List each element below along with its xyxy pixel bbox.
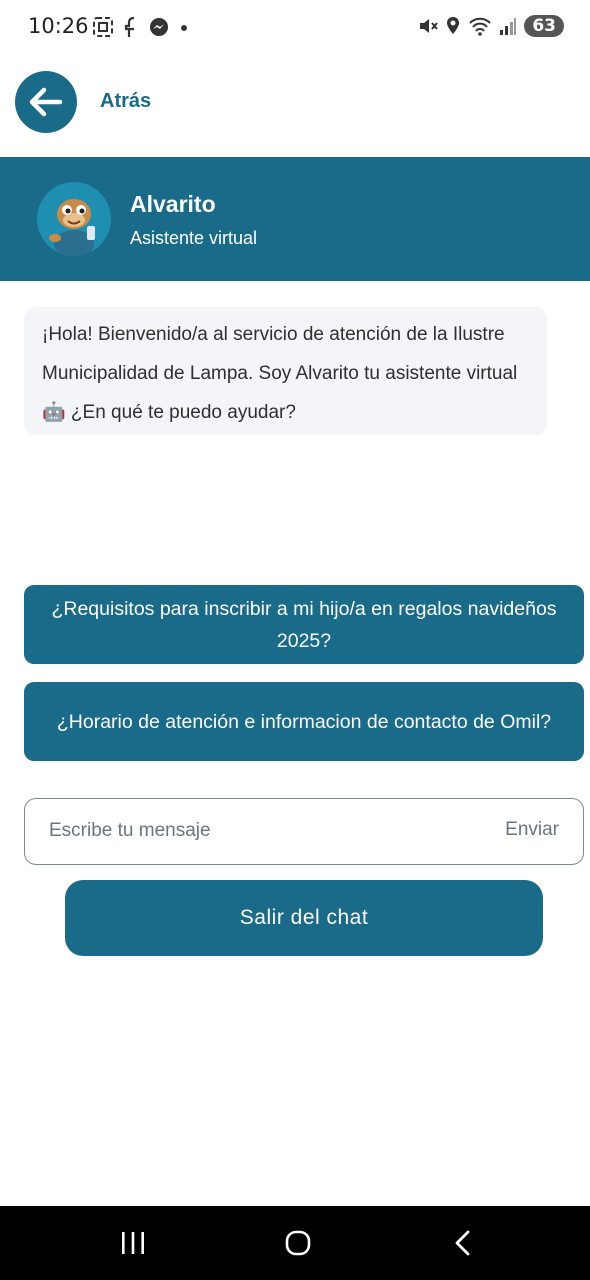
recent-apps-icon[interactable] [120,1231,146,1255]
dot-icon [181,25,187,31]
assistant-message-text: ¡Hola! Bienvenido/a al servicio de atenc… [42,324,518,423]
messenger-icon [150,18,168,36]
status-bar: 10:26 63 [0,0,590,56]
signal-icon [500,18,517,35]
assistant-mascot-icon [37,182,111,256]
assistant-name: Alvarito [130,191,216,217]
location-icon [447,17,460,34]
message-input[interactable] [49,799,469,863]
send-button[interactable]: Enviar [505,819,559,841]
facebook-icon [124,16,135,37]
message-input-container: Enviar [24,798,584,865]
status-time: 10:26 [28,14,89,38]
assistant-role: Asistente virtual [130,228,258,248]
avatar [37,182,111,256]
arrow-left-icon [29,87,63,117]
home-icon[interactable] [285,1230,311,1256]
exit-chat-button[interactable]: Salir del chat [65,880,543,956]
back-label[interactable]: Atrás [100,90,151,113]
assistant-message-bubble: ¡Hola! Bienvenido/a al servicio de atenc… [24,307,547,435]
back-button[interactable] [15,71,77,133]
battery-icon: 63 [524,15,564,37]
screenshot-icon [93,17,113,37]
mute-icon [420,19,439,33]
system-nav-bar [0,1206,590,1280]
quick-reply-button[interactable]: ¿Requisitos para inscribir a mi hijo/a e… [24,585,584,664]
chat-header: Alvarito Asistente virtual [0,157,590,281]
back-nav-icon[interactable] [452,1229,474,1257]
wifi-icon [469,17,492,36]
quick-reply-button[interactable]: ¿Horario de atención e informacion de co… [24,682,584,761]
